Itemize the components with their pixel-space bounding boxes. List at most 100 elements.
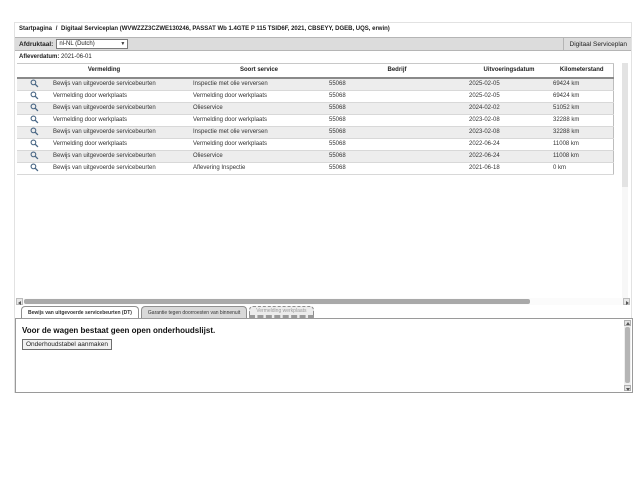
cell-kilometerstand: 0 km <box>551 162 613 175</box>
maintenance-panel: Voor de wagen bestaat geen open onderhou… <box>15 318 633 393</box>
table-vertical-scrollbar-thumb[interactable] <box>622 63 628 187</box>
cell-soort-service: Vermelding door werkplaats <box>191 90 327 103</box>
tab-bewijs-van-uitgevoerde-servicebeurten-dt[interactable]: Bewijs van uitgevoerde servicebeurten (D… <box>21 306 139 318</box>
column-header-bedrijf: Bedrijf <box>327 63 467 79</box>
cell-soort-service: Inspectie met olie verversen <box>191 77 327 91</box>
cell-vermelding: Bewijs van uitgevoerde servicebeurten <box>51 126 191 139</box>
cell-kilometerstand: 69424 km <box>551 77 613 91</box>
cell-bedrijf: 55068 <box>327 77 467 91</box>
breadcrumb-home-link[interactable]: Startpagina <box>19 26 52 32</box>
scroll-right-arrow-icon[interactable] <box>623 298 630 305</box>
column-header-uitvoeringsdatum: Uitvoeringsdatum <box>467 63 551 79</box>
magnifier-icon[interactable] <box>30 139 39 148</box>
row-icon-cell <box>17 90 51 103</box>
column-header-vermelding: Vermelding <box>17 63 191 79</box>
chevron-down-icon: ▼ <box>120 41 126 47</box>
table-row: Bewijs van uitgevoerde servicebeurten Ins… <box>17 77 613 91</box>
magnifier-icon[interactable] <box>30 151 39 160</box>
panel-vertical-scrollbar-thumb[interactable] <box>625 327 630 383</box>
cell-uitvoeringsdatum: 2023-02-08 <box>467 126 551 139</box>
table-row: Bewijs van uitgevoerde servicebeurten Afl… <box>17 162 613 175</box>
table-row: Vermelding door werkplaats Vermelding doo… <box>17 114 613 127</box>
panel-vertical-scrollbar[interactable] <box>624 320 631 391</box>
column-header-soort-service: Soort service <box>191 63 327 79</box>
scroll-left-arrow-icon[interactable] <box>16 298 23 305</box>
table-row: Bewijs van uitgevoerde servicebeurten Oli… <box>17 102 613 115</box>
horizontal-scrollbar[interactable] <box>16 298 630 305</box>
column-header-kilometerstand: Kilometerstand <box>551 63 613 79</box>
row-icon-cell <box>17 138 51 151</box>
row-icon-cell <box>17 126 51 139</box>
magnifier-icon[interactable] <box>30 79 39 88</box>
print-language-dropdown[interactable]: nl-NL (Dutch) ▼ <box>56 39 129 49</box>
cell-kilometerstand: 32288 km <box>551 126 613 139</box>
service-history-table: Vermelding Soort service Bedrijf Uitvoer… <box>17 63 614 175</box>
cell-bedrijf: 55068 <box>327 162 467 175</box>
magnifier-icon[interactable] <box>30 115 39 124</box>
cell-soort-service: Aflevering Inspectie <box>191 162 327 175</box>
row-icon-cell <box>17 77 51 91</box>
cell-kilometerstand: 11008 km <box>551 138 613 151</box>
print-language-value: nl-NL (Dutch) <box>59 41 95 47</box>
no-open-maintenance-message: Voor de wagen bestaat geen open onderhou… <box>22 326 216 335</box>
scroll-down-arrow-icon[interactable] <box>624 385 631 391</box>
breadcrumb-separator: / <box>55 26 58 32</box>
cell-bedrijf: 55068 <box>327 138 467 151</box>
cell-soort-service: Vermelding door werkplaats <box>191 138 327 151</box>
row-icon-cell <box>17 102 51 115</box>
create-maintenance-table-button[interactable]: Onderhoudstabel aanmaken <box>22 339 113 350</box>
delivery-date: Afleverdatum: 2021-06-01 <box>19 54 92 60</box>
cell-vermelding: Bewijs van uitgevoerde servicebeurten <box>51 150 191 163</box>
tab-bar: Bewijs van uitgevoerde servicebeurten (D… <box>21 306 314 318</box>
horizontal-scrollbar-thumb[interactable] <box>24 299 530 304</box>
cell-soort-service: Olieservice <box>191 102 327 115</box>
scroll-up-arrow-icon[interactable] <box>624 320 631 326</box>
cell-vermelding: Bewijs van uitgevoerde servicebeurten <box>51 77 191 91</box>
cell-kilometerstand: 51052 km <box>551 102 613 115</box>
cell-vermelding: Vermelding door werkplaats <box>51 114 191 127</box>
cell-uitvoeringsdatum: 2025-02-05 <box>467 90 551 103</box>
row-icon-cell <box>17 162 51 175</box>
cell-bedrijf: 55068 <box>327 150 467 163</box>
cell-uitvoeringsdatum: 2023-02-08 <box>467 114 551 127</box>
cell-uitvoeringsdatum: 2024-02-02 <box>467 102 551 115</box>
breadcrumb-current: Digitaal Serviceplan (WVWZZZ3CZWE130246,… <box>61 26 390 32</box>
cell-uitvoeringsdatum: 2021-06-18 <box>467 162 551 175</box>
magnifier-icon[interactable] <box>30 127 39 136</box>
cell-bedrijf: 55068 <box>327 90 467 103</box>
table-row: Bewijs van uitgevoerde servicebeurten Ins… <box>17 126 613 139</box>
tab-vermelding-werkplaats: Vermelding werkplaats <box>249 306 314 318</box>
table-row: Vermelding door werkplaats Vermelding doo… <box>17 90 613 103</box>
delivery-date-value: 2021-06-01 <box>61 54 92 60</box>
cell-vermelding: Bewijs van uitgevoerde servicebeurten <box>51 102 191 115</box>
toolbar: Afdruktaal: nl-NL (Dutch) ▼ Digitaal Ser… <box>15 37 631 51</box>
table-header: Vermelding Soort service Bedrijf Uitvoer… <box>17 63 613 79</box>
delivery-date-label: Afleverdatum: <box>19 54 60 60</box>
cell-kilometerstand: 11008 km <box>551 150 613 163</box>
cell-soort-service: Vermelding door werkplaats <box>191 114 327 127</box>
magnifier-icon[interactable] <box>30 163 39 172</box>
magnifier-icon[interactable] <box>30 103 39 112</box>
cell-soort-service: Inspectie met olie verversen <box>191 126 327 139</box>
cell-vermelding: Bewijs van uitgevoerde servicebeurten <box>51 162 191 175</box>
print-language-label: Afdruktaal: <box>19 40 54 48</box>
magnifier-icon[interactable] <box>30 91 39 100</box>
cell-kilometerstand: 69424 km <box>551 90 613 103</box>
cell-vermelding: Vermelding door werkplaats <box>51 138 191 151</box>
row-icon-cell <box>17 150 51 163</box>
digital-serviceplan-window: Startpagina / Digitaal Serviceplan (WVWZ… <box>14 22 633 393</box>
tab-garantie-tegen-doorroesten-van-binnenuit[interactable]: Garantie tegen doorroesten van binnenuit <box>140 306 248 318</box>
cell-uitvoeringsdatum: 2022-06-24 <box>467 150 551 163</box>
cell-kilometerstand: 32288 km <box>551 114 613 127</box>
row-icon-cell <box>17 114 51 127</box>
cell-uitvoeringsdatum: 2025-02-05 <box>467 77 551 91</box>
screen: Startpagina / Digitaal Serviceplan (WVWZ… <box>0 0 640 480</box>
cell-bedrijf: 55068 <box>327 114 467 127</box>
cell-bedrijf: 55068 <box>327 102 467 115</box>
module-title: Digitaal Serviceplan <box>562 38 627 50</box>
cell-bedrijf: 55068 <box>327 126 467 139</box>
service-table-body: Bewijs van uitgevoerde servicebeurten Ins… <box>17 77 613 175</box>
breadcrumb: Startpagina / Digitaal Serviceplan (WVWZ… <box>19 26 390 32</box>
cell-vermelding: Vermelding door werkplaats <box>51 90 191 103</box>
table-vertical-scrollbar[interactable] <box>622 63 628 299</box>
